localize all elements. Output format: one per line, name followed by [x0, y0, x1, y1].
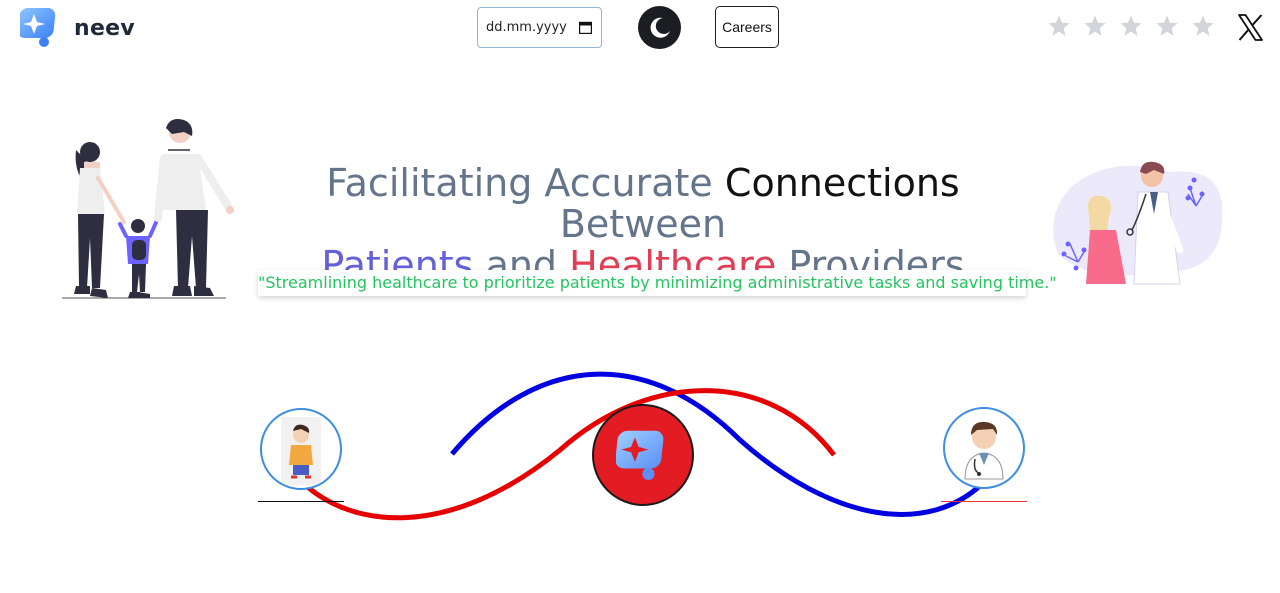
doctor-icon: [964, 421, 1004, 480]
doctor-avatar[interactable]: [943, 407, 1025, 489]
neev-hub-logo: [592, 404, 694, 506]
patient-underline: [258, 501, 344, 502]
doctor-underline: [941, 501, 1027, 502]
patient-avatar[interactable]: [260, 408, 342, 490]
neev-logo-icon: [616, 430, 664, 480]
patient-icon: [281, 417, 321, 485]
